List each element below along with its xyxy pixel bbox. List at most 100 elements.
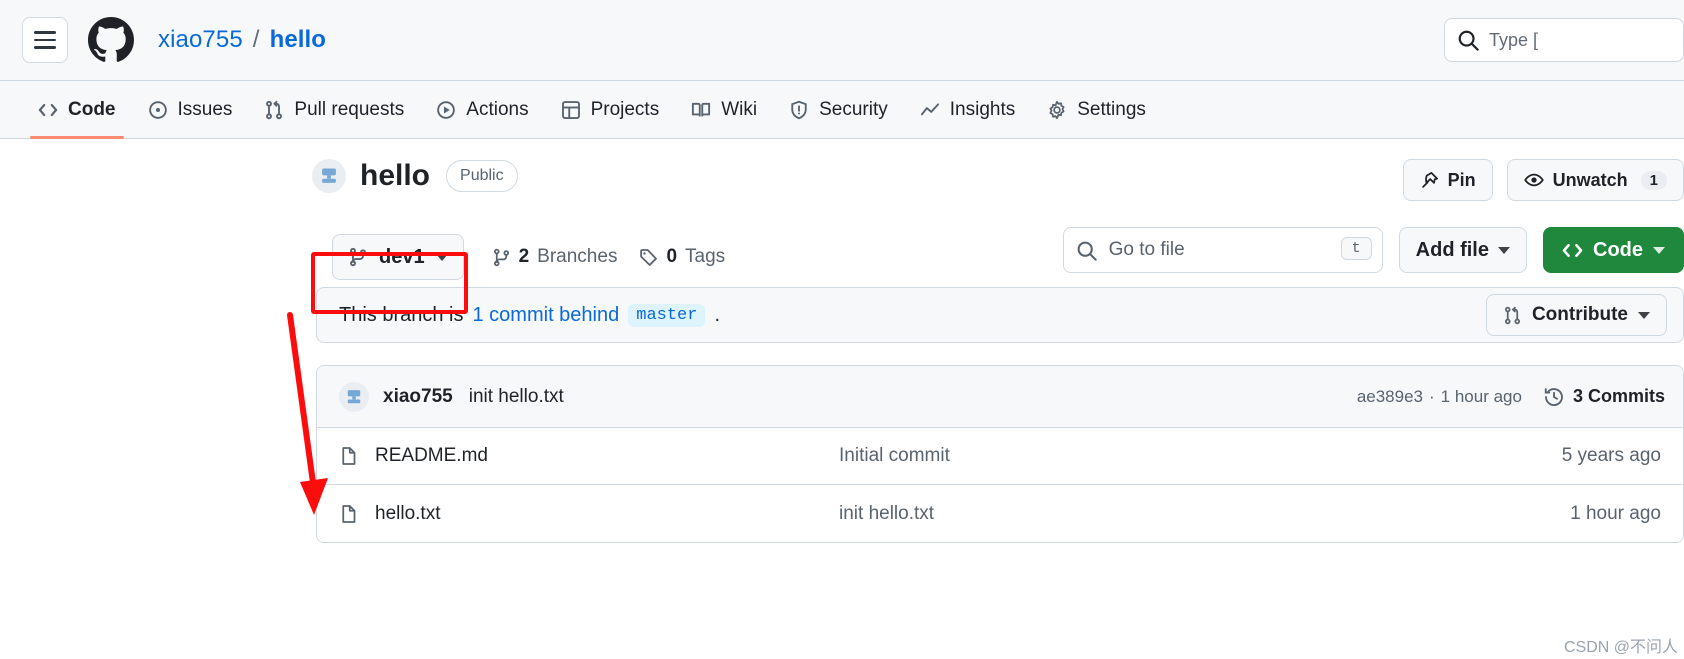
chevron-down-icon: [1498, 246, 1510, 254]
tab-actions-label: Actions: [466, 98, 529, 120]
visibility-badge: Public: [446, 160, 518, 192]
file-table: xiao755 init hello.txt ae389e3 · 1 hour …: [316, 365, 1684, 543]
tab-settings[interactable]: Settings: [1033, 81, 1160, 138]
tags-label: Tags: [685, 246, 726, 267]
file-commit-message[interactable]: init hello.txt: [839, 503, 1570, 525]
tab-code[interactable]: Code: [24, 81, 130, 139]
table-row[interactable]: README.md Initial commit 5 years ago: [317, 428, 1683, 485]
file-updated-time: 5 years ago: [1561, 445, 1661, 466]
git-branch-icon: [492, 248, 511, 267]
commit-author[interactable]: xiao755: [383, 386, 453, 408]
search-icon: [1457, 29, 1479, 51]
commit-meta: ae389e3 · 1 hour ago 3 Commits: [1357, 386, 1665, 407]
go-to-file-shortcut: t: [1340, 237, 1372, 260]
pin-button-label: Pin: [1447, 169, 1476, 190]
table-row[interactable]: hello.txt init hello.txt 1 hour ago: [317, 485, 1683, 542]
file-updated-time: 1 hour ago: [1570, 502, 1661, 524]
base-branch-badge[interactable]: master: [628, 303, 706, 327]
repo-avatar-icon: [312, 159, 346, 193]
commit-time: 1 hour ago: [1440, 386, 1522, 406]
latest-commit-row: xiao755 init hello.txt ae389e3 · 1 hour …: [317, 366, 1683, 428]
git-pull-request-icon: [264, 100, 284, 120]
tab-projects[interactable]: Projects: [547, 81, 674, 138]
commit-message[interactable]: init hello.txt: [469, 386, 564, 408]
file-icon: [339, 446, 359, 466]
page-title[interactable]: hello: [360, 159, 430, 193]
tab-actions[interactable]: Actions: [422, 81, 542, 138]
tab-projects-label: Projects: [590, 98, 660, 120]
chevron-down-icon: [1653, 246, 1665, 254]
branches-link[interactable]: 2 Branches: [492, 246, 618, 268]
watch-count: 1: [1640, 170, 1667, 190]
file-name-cell[interactable]: hello.txt: [339, 503, 839, 525]
contribute-label: Contribute: [1531, 304, 1628, 325]
branch-status-prefix: This branch is: [339, 303, 464, 326]
book-icon: [691, 100, 711, 120]
commit-history-link[interactable]: 3 Commits: [1544, 386, 1665, 407]
code-icon: [1562, 240, 1583, 261]
play-icon: [436, 100, 456, 120]
commit-dot: ·: [1429, 386, 1435, 406]
chevron-down-icon: [435, 253, 448, 261]
code-button[interactable]: Code: [1543, 227, 1684, 273]
file-name[interactable]: hello.txt: [375, 503, 440, 525]
tab-wiki[interactable]: Wiki: [677, 81, 771, 138]
tags-link[interactable]: 0 Tags: [639, 246, 725, 268]
branch-selector-button[interactable]: dev1: [332, 234, 464, 280]
branches-label: Branches: [537, 246, 618, 267]
unwatch-button[interactable]: Unwatch 1: [1506, 159, 1684, 201]
add-file-button[interactable]: Add file: [1398, 227, 1527, 273]
commit-sha[interactable]: ae389e3: [1357, 387, 1423, 407]
tab-pull-requests-label: Pull requests: [294, 98, 405, 120]
shield-icon: [789, 100, 809, 120]
branch-status-suffix: .: [714, 303, 721, 326]
breadcrumb-repo[interactable]: hello: [270, 26, 327, 54]
tab-insights-label: Insights: [949, 98, 1016, 120]
pin-button[interactable]: Pin: [1402, 159, 1493, 201]
code-button-label: Code: [1593, 238, 1643, 261]
tab-settings-label: Settings: [1077, 98, 1146, 120]
tag-icon: [639, 248, 658, 267]
issue-opened-icon: [148, 100, 168, 120]
commits-behind-link[interactable]: 1 commit behind: [473, 304, 620, 327]
pin-icon: [1420, 171, 1439, 190]
commits-count-label: 3 Commits: [1572, 386, 1665, 406]
add-file-label: Add file: [1415, 238, 1489, 261]
git-branch-icon: [348, 247, 368, 267]
tab-issues-label: Issues: [177, 98, 233, 120]
unwatch-button-label: Unwatch: [1552, 169, 1628, 190]
breadcrumb: xiao755 / hello: [158, 26, 326, 54]
repo-nav: Code Issues Pull requests Actions Projec…: [0, 81, 1684, 139]
go-to-file-placeholder: Go to file: [1108, 239, 1185, 260]
tab-security[interactable]: Security: [775, 81, 902, 138]
tab-pull-requests[interactable]: Pull requests: [250, 81, 418, 138]
history-icon: [1544, 387, 1564, 407]
global-search-placeholder: Type [: [1489, 29, 1539, 50]
hamburger-icon[interactable]: [22, 17, 68, 63]
branch-name: dev1: [379, 245, 425, 268]
tab-insights[interactable]: Insights: [906, 81, 1029, 138]
chevron-down-icon: [1638, 311, 1650, 319]
breadcrumb-owner[interactable]: xiao755: [158, 26, 243, 54]
global-header: xiao755 / hello Type [: [0, 0, 1684, 81]
branch-status-text: This branch is 1 commit behind master .: [339, 303, 721, 327]
file-commit-message[interactable]: Initial commit: [839, 445, 1562, 467]
file-name-cell[interactable]: README.md: [339, 445, 839, 467]
git-pull-request-icon: [1503, 306, 1522, 325]
avatar[interactable]: [339, 381, 369, 412]
github-mark-icon[interactable]: [88, 17, 134, 63]
tab-wiki-label: Wiki: [721, 98, 758, 120]
tab-issues[interactable]: Issues: [134, 81, 247, 138]
file-navigation-actions: Go to file t Add file Code: [1062, 227, 1684, 273]
breadcrumb-separator: /: [252, 26, 260, 53]
github-repo-page: xiao755 / hello Type [ Code Issues Pull …: [0, 0, 1684, 659]
search-icon: [1076, 240, 1097, 261]
go-to-file-input[interactable]: Go to file t: [1062, 227, 1383, 273]
contribute-button[interactable]: Contribute: [1485, 294, 1667, 336]
code-icon: [38, 100, 58, 120]
repo-header-actions: Pin Unwatch 1: [1402, 159, 1684, 201]
eye-icon: [1523, 170, 1544, 190]
global-search-input[interactable]: Type [: [1444, 18, 1684, 62]
file-name[interactable]: README.md: [375, 445, 488, 467]
watermark: CSDN @不问人: [1563, 639, 1678, 656]
